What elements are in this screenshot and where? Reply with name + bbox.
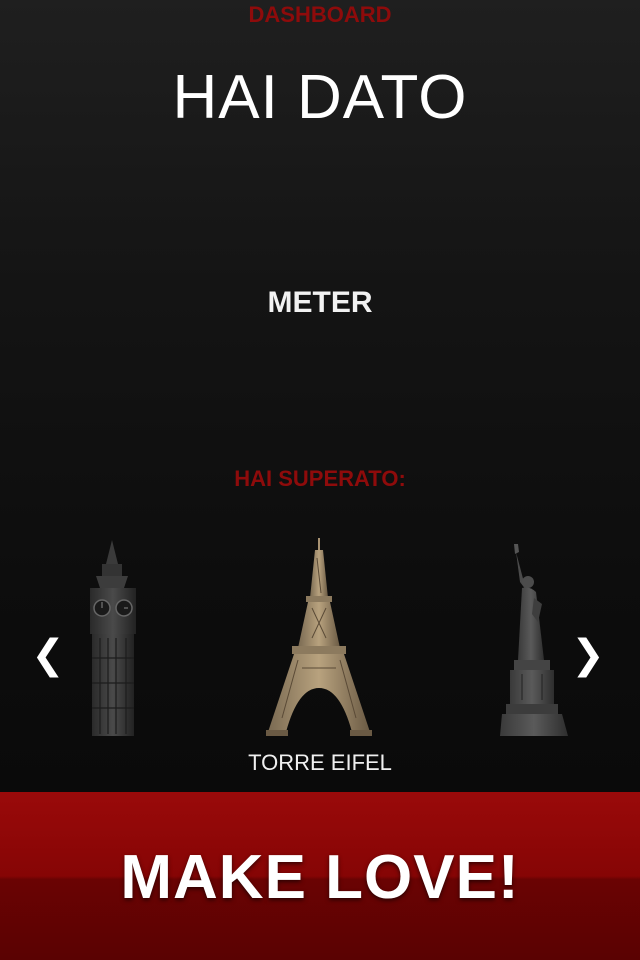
- selected-monument-name: TORRE EIFEL: [248, 750, 392, 775]
- make-love-button[interactable]: MAKE LOVE!: [0, 792, 640, 960]
- next-monument-arrow[interactable]: ❯: [568, 630, 608, 680]
- previous-monument-arrow[interactable]: ❮: [28, 630, 68, 680]
- eiffel-tower-icon[interactable]: [262, 538, 376, 738]
- statue-of-liberty-icon[interactable]: [500, 542, 576, 738]
- headline: HAI DATO: [172, 63, 468, 132]
- big-ben-icon[interactable]: [82, 538, 142, 738]
- dashboard-screen: DASHBOARD HAI DATO METER HAI SUPERATO: ❮: [0, 0, 640, 960]
- meter-unit-label: METER: [267, 286, 373, 319]
- dashboard-title: DASHBOARD: [248, 2, 392, 27]
- achievements-title: HAI SUPERATO:: [234, 466, 406, 491]
- make-love-button-label: MAKE LOVE!: [120, 843, 520, 912]
